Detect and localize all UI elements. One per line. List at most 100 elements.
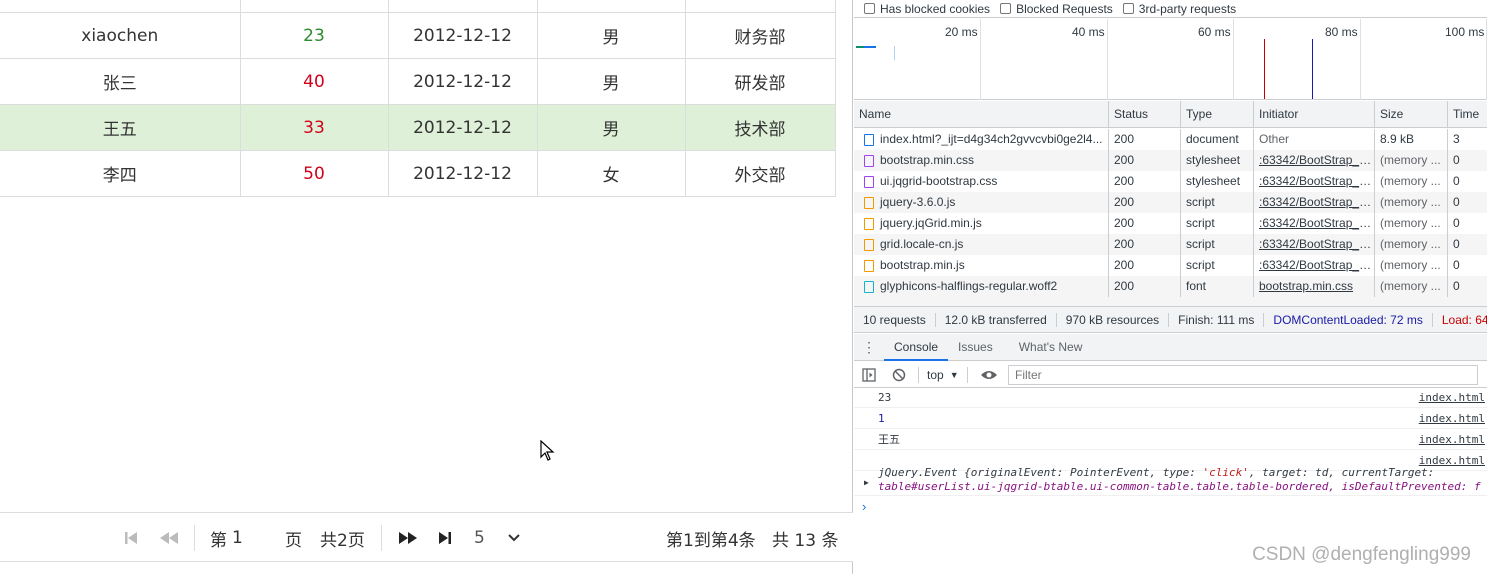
console-message: 1 index.html xyxy=(854,408,1487,429)
table-row[interactable]: xiaochen 23 2012-12-12 男财务部 xyxy=(0,12,836,59)
network-request-row[interactable]: jquery-3.6.0.js 200 script:63342/BootStrap… xyxy=(854,192,1487,213)
network-request-row-partial xyxy=(854,297,1487,306)
cell-gender[interactable]: 男 xyxy=(537,104,686,151)
cell-age[interactable]: 23 xyxy=(240,12,389,59)
console-event-object[interactable]: jQuery.Event {originalEvent: PointerEven… xyxy=(854,464,1487,496)
request-status: 200 xyxy=(1108,129,1180,150)
console-prompt[interactable]: › xyxy=(862,499,866,514)
tab-issues[interactable]: Issues xyxy=(948,334,1003,361)
tick-label: 60 ms xyxy=(1198,25,1231,39)
network-request-row[interactable]: glyphicons-halflings-regular.woff2 200 fon… xyxy=(854,276,1487,297)
page-number-input[interactable] xyxy=(232,527,282,549)
filter-blocked-cookies[interactable]: Has blocked cookies xyxy=(864,2,990,16)
cell-dept[interactable]: 财务部 xyxy=(685,12,836,59)
first-page-button[interactable] xyxy=(122,513,140,563)
tick-label: 100 ms xyxy=(1445,25,1485,39)
cell-age[interactable]: 40 xyxy=(240,58,389,105)
table-row[interactable]: 李四 50 2012-12-12 女外交部 xyxy=(0,150,836,197)
grid-header-remnant xyxy=(0,0,836,13)
event-rest: , target: td, currentTarget: xyxy=(1248,466,1435,479)
cell-name[interactable]: 王五 xyxy=(0,104,241,151)
filter-third-party[interactable]: 3rd-party requests xyxy=(1122,2,1236,16)
checkbox[interactable] xyxy=(1122,3,1134,14)
request-name[interactable]: bootstrap.min.js xyxy=(854,255,1108,276)
request-initiator[interactable]: :63342/BootStrap_s... xyxy=(1253,192,1374,213)
cell-name[interactable]: 李四 xyxy=(0,150,241,197)
request-type: script xyxy=(1180,192,1253,213)
request-name[interactable]: glyphicons-halflings-regular.woff2 xyxy=(854,276,1108,297)
expand-triangle-icon[interactable]: ▶ xyxy=(864,476,869,490)
request-name[interactable]: jquery.jqGrid.min.js xyxy=(854,213,1108,234)
cell-name[interactable]: 张三 xyxy=(0,58,241,105)
table-row[interactable]: 张三 40 2012-12-12 男研发部 xyxy=(0,58,836,105)
checkbox[interactable] xyxy=(1000,3,1012,14)
network-request-row[interactable]: grid.locale-cn.js 200 script:63342/BootStr… xyxy=(854,234,1487,255)
rows-per-page-select[interactable]: 5 xyxy=(468,523,526,553)
console-source-link[interactable]: index.html xyxy=(1419,408,1485,429)
column-header-initiator[interactable]: Initiator xyxy=(1253,101,1374,128)
network-request-row[interactable]: ui.jqgrid-bootstrap.css 200 stylesheet:633… xyxy=(854,171,1487,192)
request-name[interactable]: jquery-3.6.0.js xyxy=(854,192,1108,213)
screen: xiaochen 23 2012-12-12 男财务部 张三 40 2012-12-12 男研… xyxy=(0,0,1487,574)
filter-blocked-requests[interactable]: Blocked Requests xyxy=(1000,2,1113,16)
column-header-name[interactable]: Name xyxy=(854,101,1108,128)
request-initiator[interactable]: :63342/BootStrap_s... xyxy=(1253,234,1374,255)
request-initiator[interactable]: bootstrap.min.css xyxy=(1253,276,1374,297)
cell-dept[interactable]: 外交部 xyxy=(685,150,836,197)
cell-name[interactable]: xiaochen xyxy=(0,12,241,59)
column-header-type[interactable]: Type xyxy=(1180,101,1253,128)
network-request-row[interactable]: index.html?_ijt=d4g34ch2gvvcvbi0ge2l4...… xyxy=(854,129,1487,150)
request-initiator[interactable]: :63342/BootStrap_s... xyxy=(1253,213,1374,234)
live-expression-eye-icon[interactable] xyxy=(980,369,998,381)
cell-date[interactable]: 2012-12-12 xyxy=(388,12,538,59)
page-suffix: 页 xyxy=(285,530,302,551)
cell-age[interactable]: 33 xyxy=(240,104,389,151)
request-name[interactable]: grid.locale-cn.js xyxy=(854,234,1108,255)
chevron-down-icon xyxy=(508,534,520,542)
cell-dept[interactable]: 技术部 xyxy=(685,104,836,151)
tab-console[interactable]: Console xyxy=(884,334,949,361)
checkbox[interactable] xyxy=(864,3,875,14)
request-name[interactable]: index.html?_ijt=d4g34ch2gvvcvbi0ge2l4... xyxy=(854,129,1108,150)
record-range: 第1到第4条 xyxy=(666,530,756,551)
cell-dept[interactable]: 研发部 xyxy=(685,58,836,105)
request-name[interactable]: ui.jqgrid-bootstrap.css xyxy=(854,171,1108,192)
network-request-row[interactable]: bootstrap.min.js 200 script:63342/BootStra… xyxy=(854,255,1487,276)
next-page-button[interactable] xyxy=(397,513,419,563)
prev-page-button[interactable] xyxy=(158,513,180,563)
cell-gender[interactable]: 男 xyxy=(537,58,686,105)
request-initiator[interactable]: :63342/BootStrap_s... xyxy=(1253,171,1374,192)
header-cell xyxy=(240,0,389,13)
event-prefix: jQuery.Event {originalEvent: PointerEven… xyxy=(878,466,1203,479)
console-filter-input[interactable] xyxy=(1008,365,1478,385)
table-row[interactable]: 王五 33 2012-12-12 男技术部 xyxy=(0,104,836,151)
last-page-button[interactable] xyxy=(436,513,454,563)
tab-whats-new[interactable]: What's New xyxy=(1009,334,1093,361)
column-header-status[interactable]: Status xyxy=(1108,101,1180,128)
sidebar-toggle-icon[interactable] xyxy=(862,367,876,382)
console-source-link[interactable]: index.html xyxy=(1419,429,1485,450)
total-pages: 共2页 xyxy=(320,530,365,551)
cell-gender[interactable]: 女 xyxy=(537,150,686,197)
cell-age[interactable]: 50 xyxy=(240,150,389,197)
tick-label: 40 ms xyxy=(1072,25,1105,39)
request-initiator[interactable]: :63342/BootStrap_s... xyxy=(1253,150,1374,171)
request-time: 0 xyxy=(1447,255,1487,276)
cell-date[interactable]: 2012-12-12 xyxy=(388,104,538,151)
column-header-time[interactable]: Time xyxy=(1447,101,1487,128)
clear-console-icon[interactable] xyxy=(892,368,906,382)
cell-date[interactable]: 2012-12-12 xyxy=(388,150,538,197)
network-table-header: Name Status Type Initiator Size Time xyxy=(854,101,1487,128)
more-options-icon[interactable]: ⋮ xyxy=(854,339,884,356)
request-time: 0 xyxy=(1447,192,1487,213)
timeline-bar xyxy=(894,46,895,60)
cell-date[interactable]: 2012-12-12 xyxy=(388,58,538,105)
request-initiator[interactable]: :63342/BootStrap_s... xyxy=(1253,255,1374,276)
cell-gender[interactable]: 男 xyxy=(537,12,686,59)
console-source-link[interactable]: index.html xyxy=(1419,387,1485,408)
column-header-size[interactable]: Size xyxy=(1374,101,1447,128)
network-request-row[interactable]: jquery.jqGrid.min.js 200 script:63342/Boot… xyxy=(854,213,1487,234)
context-selector[interactable]: top ▼ xyxy=(927,368,959,382)
network-request-row[interactable]: bootstrap.min.css 200 stylesheet:63342/Boo… xyxy=(854,150,1487,171)
request-name[interactable]: bootstrap.min.css xyxy=(854,150,1108,171)
